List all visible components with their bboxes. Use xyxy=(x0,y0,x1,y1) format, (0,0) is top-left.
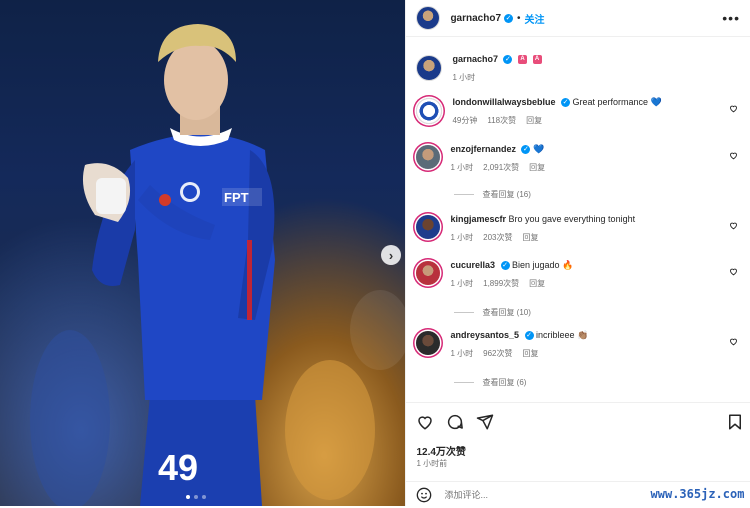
like-heart-icon[interactable] xyxy=(416,413,434,431)
avatar[interactable] xyxy=(416,145,441,169)
comment-username[interactable]: enzojfernandez xyxy=(450,144,516,154)
view-replies-label: 查看回复 (6) xyxy=(482,378,527,387)
avatar[interactable] xyxy=(416,261,441,285)
comment-likes[interactable]: 1,899次赞 xyxy=(483,278,519,289)
comment-username[interactable]: kingjamescfr xyxy=(450,214,506,224)
caption-time: 1 小时 xyxy=(452,73,476,82)
verified-icon: ✓ xyxy=(524,331,534,341)
comment-time: 49分钟 xyxy=(452,116,478,125)
comment-likes[interactable]: 118次赞 xyxy=(487,115,516,126)
player-photo-illustration: 49 FPT xyxy=(30,24,406,506)
bookmark-save-icon[interactable] xyxy=(726,413,744,431)
reply-button[interactable]: 回复 xyxy=(529,278,545,289)
comment-text: Great performance 💙 xyxy=(572,97,662,107)
follow-button[interactable]: 关注 xyxy=(525,11,545,26)
comment-time: 1 小时 xyxy=(450,279,474,288)
view-replies-button[interactable]: 查看回复 (16) xyxy=(454,189,531,200)
jersey-sponsor: FPT xyxy=(224,190,249,205)
like-heart-icon[interactable] xyxy=(729,221,738,230)
view-replies-button[interactable]: 查看回复 (10) xyxy=(454,307,531,318)
header-username[interactable]: garnacho7 xyxy=(450,13,501,24)
comment-username[interactable]: andreysantos_5 xyxy=(450,330,519,340)
avatar[interactable] xyxy=(416,331,441,355)
comment-item: londonwillalwaysbeblue ✓ Great performan… xyxy=(416,96,740,126)
watermark: www.365jz.com xyxy=(650,487,745,501)
likes-count[interactable]: 12.4万次赞 xyxy=(416,443,465,458)
comment-time: 1 小时 xyxy=(450,233,474,242)
add-comment-bar: www.365jz.com xyxy=(406,481,750,508)
post-photo[interactable]: 49 FPT › xyxy=(0,0,406,506)
comment-username[interactable]: cucurella3 xyxy=(450,260,495,270)
avatar[interactable] xyxy=(416,6,441,30)
reply-button[interactable]: 回复 xyxy=(522,348,538,359)
comment-item: cucurella3 ✓ Bien jugado 🔥 1 小时 1,899次赞 回复 xyxy=(416,259,740,289)
carousel-dot xyxy=(202,495,206,499)
carousel-dots xyxy=(186,495,206,499)
emoji-icon[interactable] xyxy=(416,487,432,503)
share-send-icon[interactable] xyxy=(476,413,494,431)
instagram-post: 49 FPT › garnacho7 ✓ • 关注 ••• garnacho7 … xyxy=(0,0,750,506)
comment-likes[interactable]: 2,091次赞 xyxy=(483,162,519,173)
separator-dot: • xyxy=(517,12,521,24)
avatar[interactable] xyxy=(416,98,443,124)
verified-icon: ✓ xyxy=(503,55,513,65)
carousel-next-button[interactable]: › xyxy=(381,245,401,265)
comment-likes[interactable]: 203次赞 xyxy=(483,232,512,243)
comment-item: enzojfernandez ✓ 💙 1 小时 2,091次赞 回复 xyxy=(416,143,740,173)
comment-item: kingjamescfr Bro you gave everything ton… xyxy=(416,213,740,243)
carousel-dot xyxy=(194,495,198,499)
avatar[interactable] xyxy=(416,215,441,239)
like-heart-icon[interactable] xyxy=(729,104,738,113)
verified-icon: ✓ xyxy=(504,13,514,23)
avatar[interactable] xyxy=(416,55,443,81)
reply-button[interactable]: 回复 xyxy=(526,115,542,126)
caption-row: garnacho7 ✓ A A 1 小时 xyxy=(416,53,740,83)
like-heart-icon[interactable] xyxy=(729,267,738,276)
reply-button[interactable]: 回复 xyxy=(529,162,545,173)
view-replies-label: 查看回复 (16) xyxy=(482,190,531,199)
shorts-number: 49 xyxy=(158,447,198,488)
post-timestamp: 1 小时前 xyxy=(416,459,448,468)
caption-badge: A xyxy=(518,55,527,65)
view-replies-button[interactable]: 查看回复 (6) xyxy=(454,377,526,388)
comment-item: andreysantos_5 ✓ incribleee 👏🏽 1 小时 962次赞… xyxy=(416,329,740,359)
comment-text: incribleee 👏🏽 xyxy=(536,330,589,340)
reply-button[interactable]: 回复 xyxy=(522,232,538,243)
post-header: garnacho7 ✓ • 关注 ••• xyxy=(406,0,750,37)
comment-text: Bro you gave everything tonight xyxy=(508,214,636,224)
comment-text: 💙 xyxy=(533,144,545,154)
verified-icon: ✓ xyxy=(521,145,531,155)
more-options-icon[interactable]: ••• xyxy=(722,10,740,26)
add-comment-input[interactable] xyxy=(442,489,597,501)
comment-likes[interactable]: 962次赞 xyxy=(483,348,512,359)
comments-list: garnacho7 ✓ A A 1 小时 londonwillalwaysbeb… xyxy=(406,37,750,401)
caption-username[interactable]: garnacho7 xyxy=(452,54,498,64)
verified-icon: ✓ xyxy=(561,98,570,108)
post-actions: 12.4万次赞 1 小时前 www.365jz.com xyxy=(406,402,750,507)
post-side-panel: garnacho7 ✓ • 关注 ••• garnacho7 ✓ A A 1 小… xyxy=(405,0,750,506)
comment-username[interactable]: londonwillalwaysbeblue xyxy=(452,97,555,107)
view-replies-label: 查看回复 (10) xyxy=(482,308,531,317)
like-heart-icon[interactable] xyxy=(729,337,738,346)
comment-text: Bien jugado 🔥 xyxy=(512,260,574,270)
comment-bubble-icon[interactable] xyxy=(446,413,464,431)
caption-badge: A xyxy=(532,55,542,65)
comment-time: 1 小时 xyxy=(450,349,474,358)
like-heart-icon[interactable] xyxy=(729,151,738,160)
verified-icon: ✓ xyxy=(500,261,510,271)
carousel-dot xyxy=(186,495,190,499)
comment-time: 1 小时 xyxy=(450,163,474,172)
